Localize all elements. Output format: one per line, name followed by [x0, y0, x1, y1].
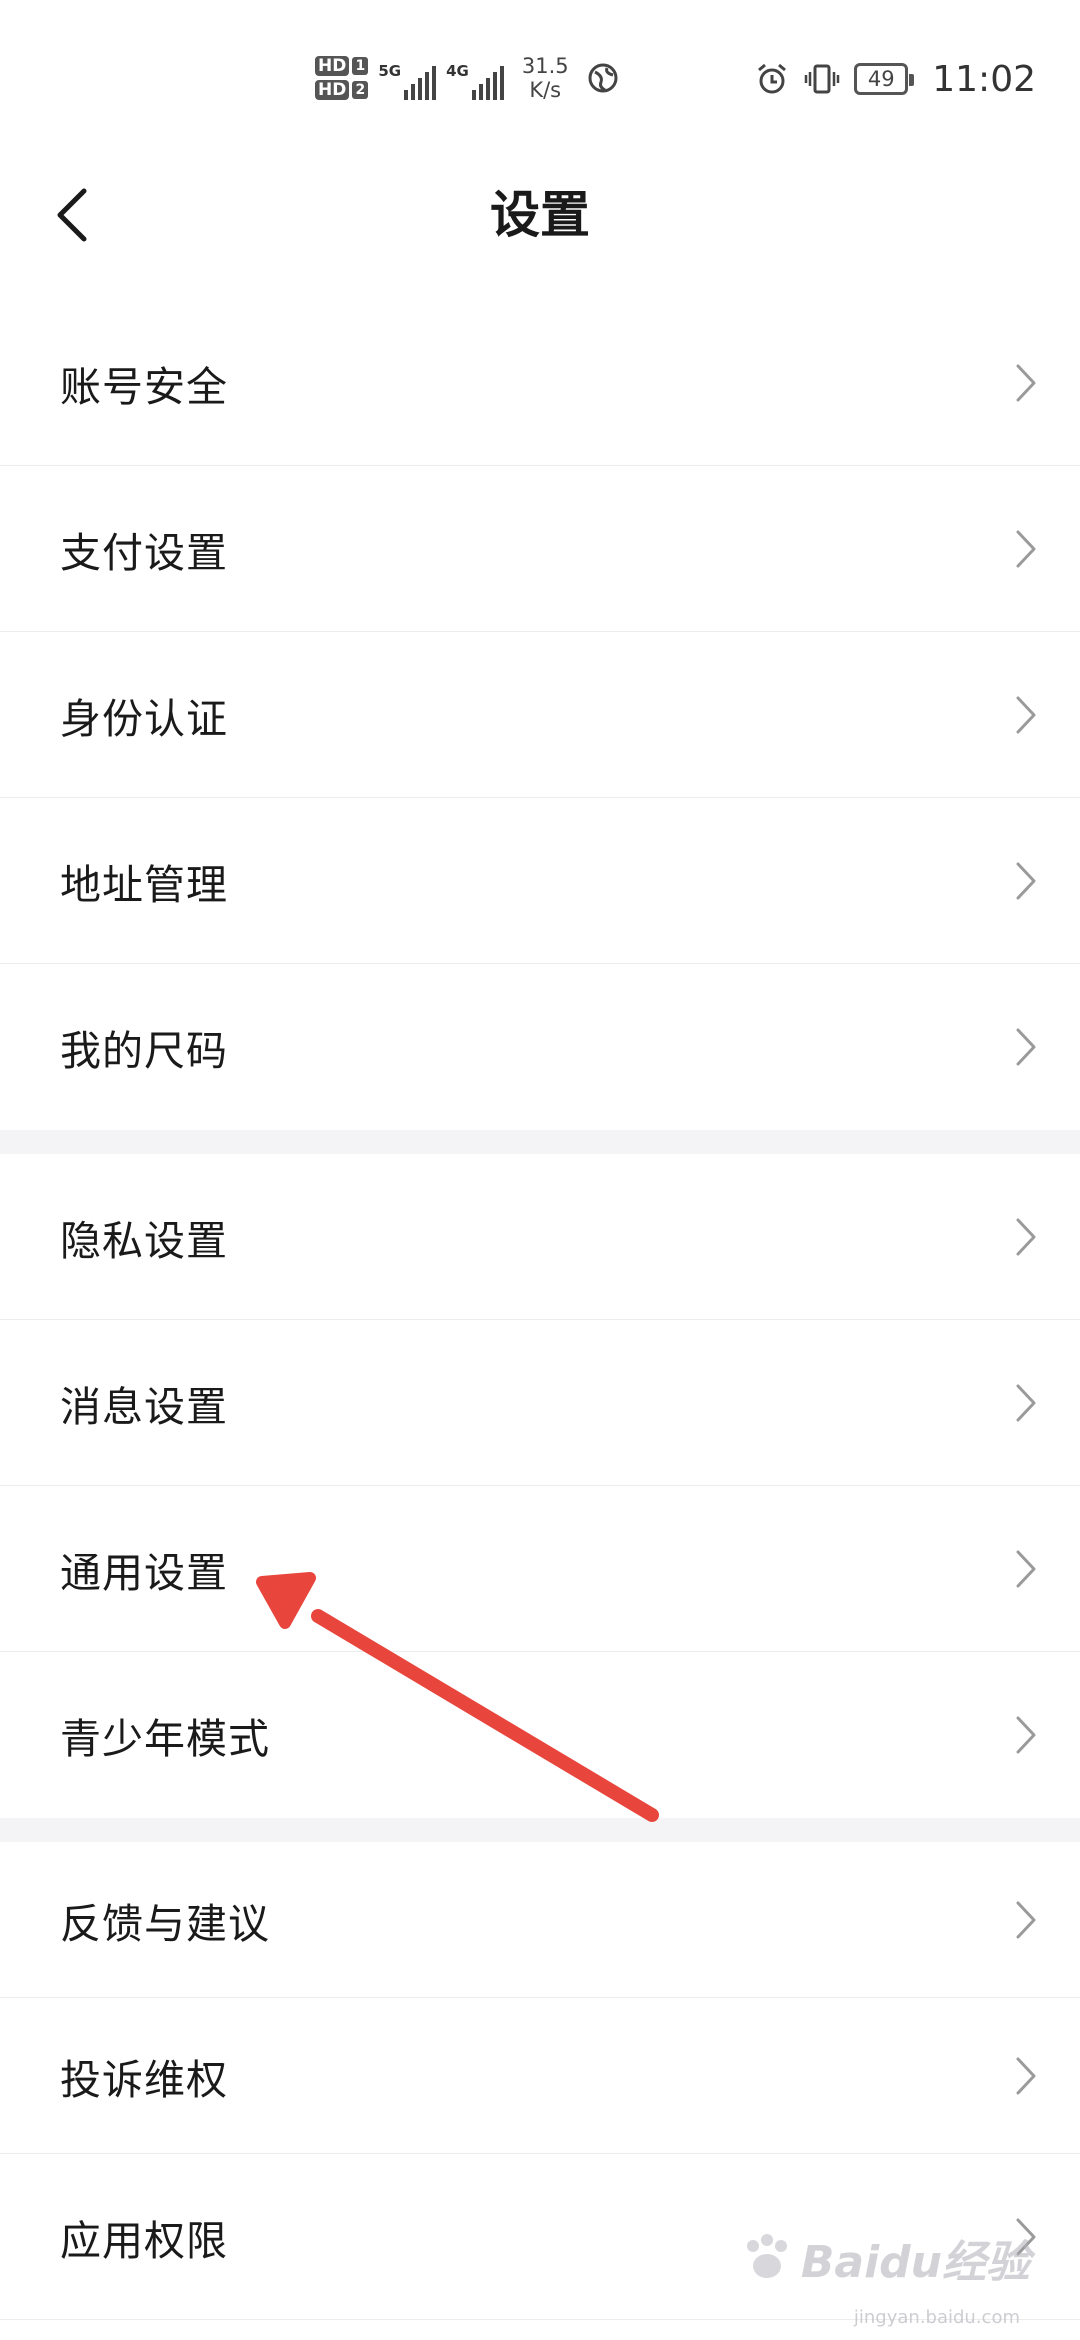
settings-item-label: 通用设置 — [60, 1548, 228, 1597]
settings-item-payment[interactable]: 支付设置 — [0, 466, 1080, 632]
alarm-icon — [758, 63, 787, 94]
chevron-right-icon — [1016, 1901, 1036, 1938]
settings-item-label: 反馈与建议 — [60, 1899, 270, 1948]
settings-item-notifications[interactable]: 消息设置 — [0, 1320, 1080, 1486]
chevron-right-icon — [1016, 364, 1036, 401]
settings-item-general[interactable]: 通用设置 — [0, 1486, 1080, 1652]
settings-item-label: 隐私设置 — [60, 1216, 228, 1265]
chevron-right-icon — [1016, 1218, 1036, 1255]
watermark-text: Baidu经验 — [800, 2237, 1030, 2288]
clock: 11:02 — [932, 58, 1036, 100]
chevron-right-icon — [1016, 1716, 1036, 1754]
settings-list: 账号安全 支付设置 身份认证 地址管理 我的尺码 隐私设置 消息设置 通用设置 … — [0, 300, 1080, 2320]
settings-item-label: 消息设置 — [60, 1382, 228, 1431]
nav-header: 设置 — [0, 150, 1080, 280]
sim-number: 2 — [352, 81, 369, 99]
settings-item-privacy[interactable]: 隐私设置 — [0, 1154, 1080, 1320]
settings-item-label: 应用权限 — [60, 2216, 228, 2265]
chevron-right-icon — [1016, 530, 1036, 567]
hd-badge: HD — [315, 80, 350, 100]
watermark-url: jingyan.baidu.com — [853, 2307, 1020, 2328]
chevron-right-icon — [1016, 696, 1036, 733]
settings-item-label: 青少年模式 — [60, 1715, 270, 1763]
section-divider — [0, 1130, 1080, 1154]
chevron-right-icon — [1016, 2057, 1036, 2094]
signal-bars-icon — [404, 64, 437, 100]
settings-item-label: 账号安全 — [60, 362, 228, 411]
globe-icon — [588, 63, 618, 93]
settings-item-complaint[interactable]: 投诉维权 — [0, 1998, 1080, 2154]
signal-5g: 5G — [378, 56, 437, 100]
settings-item-label: 支付设置 — [60, 528, 228, 577]
chevron-right-icon — [1016, 1384, 1036, 1421]
network-type-label: 5G — [378, 62, 402, 80]
watermark-logo: Baidu经验 — [739, 2226, 1030, 2290]
settings-item-label: 地址管理 — [60, 860, 228, 909]
settings-item-feedback[interactable]: 反馈与建议 — [0, 1842, 1080, 1998]
chevron-right-icon — [1016, 862, 1036, 899]
settings-item-teen-mode[interactable]: 青少年模式 — [0, 1652, 1080, 1818]
settings-item-address[interactable]: 地址管理 — [0, 798, 1080, 964]
sim-number: 1 — [352, 57, 369, 75]
speed-unit: K/s — [529, 78, 562, 102]
status-right: 49 11:02 — [754, 54, 1036, 104]
settings-item-my-size[interactable]: 我的尺码 — [0, 964, 1080, 1130]
page-title: 设置 — [490, 186, 590, 244]
settings-item-label: 投诉维权 — [60, 2055, 228, 2104]
hd-indicators: HD 1 HD 2 — [315, 56, 369, 100]
network-type-label: 4G — [446, 62, 469, 80]
status-left: HD 1 HD 2 5G 4G 31.5 K/s — [315, 48, 621, 108]
settings-group-preferences: 隐私设置 消息设置 通用设置 青少年模式 — [0, 1154, 1080, 1818]
vibrate-icon — [805, 64, 840, 94]
settings-item-account-security[interactable]: 账号安全 — [0, 300, 1080, 466]
settings-group-account: 账号安全 支付设置 身份认证 地址管理 我的尺码 — [0, 300, 1080, 1130]
hd-badge: HD — [315, 56, 350, 76]
section-divider — [0, 1818, 1080, 1842]
signal-bars-icon — [471, 64, 504, 100]
chevron-right-icon — [1016, 1550, 1036, 1587]
network-speed: 31.5 K/s — [522, 54, 569, 102]
chevron-right-icon — [1016, 1028, 1036, 1066]
status-bar: HD 1 HD 2 5G 4G 31.5 K/s 49 11:02 — [0, 0, 1080, 150]
signal-4g: 4G — [446, 56, 504, 100]
settings-item-label: 身份认证 — [60, 694, 228, 743]
battery-level: 49 — [867, 67, 895, 91]
battery-icon: 49 — [854, 63, 915, 95]
settings-item-identity[interactable]: 身份认证 — [0, 632, 1080, 798]
speed-value: 31.5 — [521, 54, 569, 78]
paw-icon — [746, 2234, 787, 2278]
settings-item-label: 我的尺码 — [60, 1027, 228, 1075]
